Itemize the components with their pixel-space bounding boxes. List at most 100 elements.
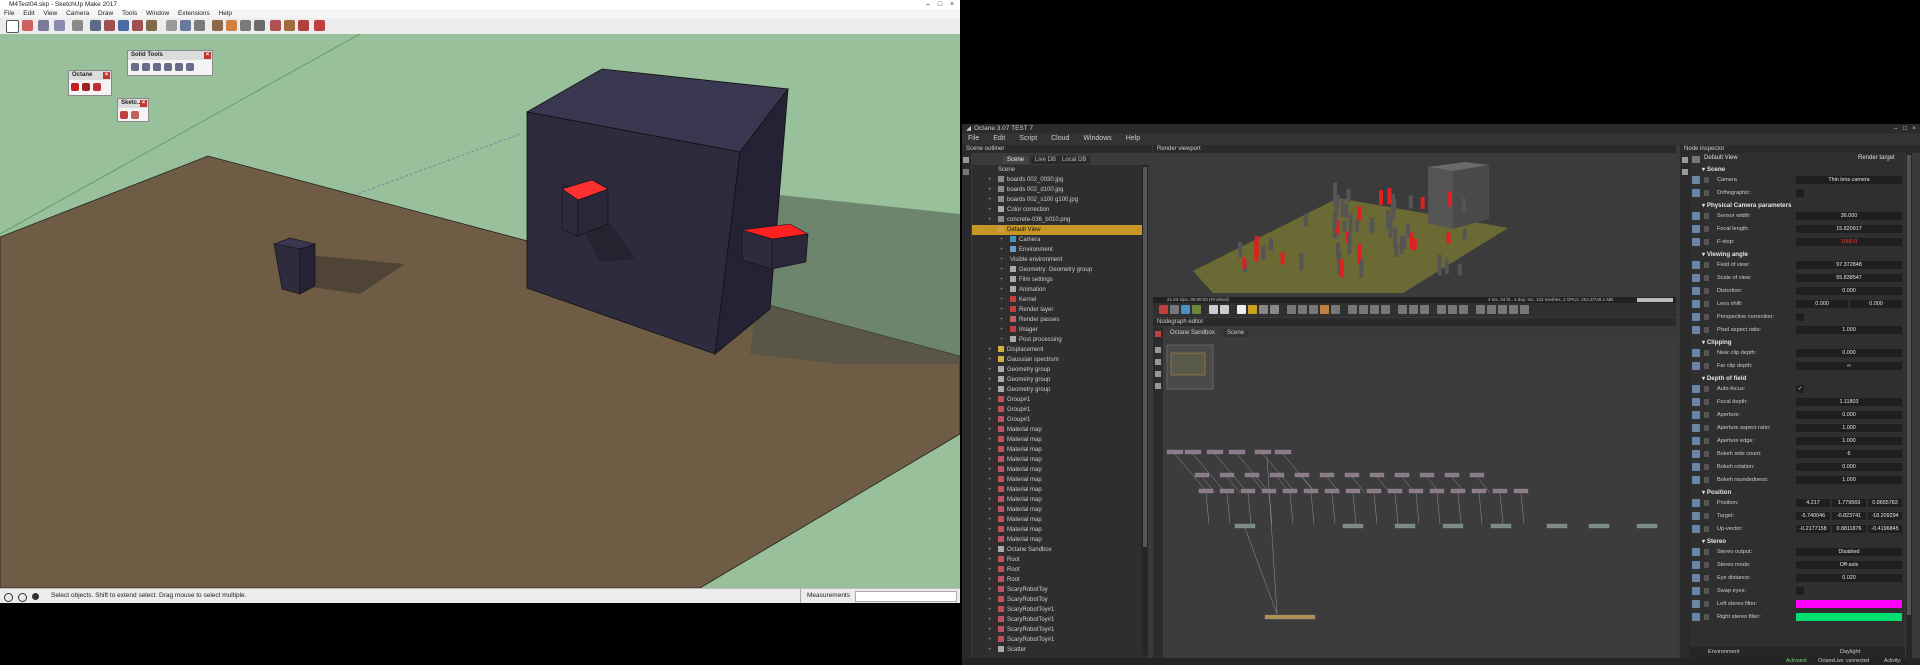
- paint-bucket-icon[interactable]: [194, 20, 205, 31]
- outliner-item[interactable]: + Geometry: Geometry group: [972, 265, 1148, 275]
- param-value-field[interactable]: 0.8811876: [1832, 525, 1866, 533]
- expand-icon[interactable]: +: [988, 495, 992, 505]
- expand-icon[interactable]: +: [988, 395, 992, 405]
- outliner-item[interactable]: + Geometry group: [972, 375, 1148, 385]
- pause-icon[interactable]: [82, 83, 90, 91]
- expand-icon[interactable]: +: [988, 365, 992, 375]
- expand-icon[interactable]: +: [1000, 275, 1004, 285]
- param-checkbox[interactable]: ✓: [1796, 385, 1804, 393]
- rotate-tool-icon[interactable]: [118, 20, 129, 31]
- outer-shell-icon[interactable]: [131, 63, 139, 71]
- focus-icon[interactable]: [1192, 305, 1201, 314]
- collapse-icon[interactable]: [963, 169, 969, 175]
- eraser-tool-icon[interactable]: [22, 20, 33, 31]
- menu-edit[interactable]: Edit: [993, 135, 1005, 142]
- menu-window[interactable]: Window: [146, 10, 169, 17]
- expand-icon[interactable]: +: [1000, 285, 1004, 295]
- outliner-item[interactable]: + Environment: [972, 245, 1148, 255]
- expand-icon[interactable]: +: [988, 525, 992, 535]
- expand-icon[interactable]: [1704, 601, 1709, 607]
- expand-icon[interactable]: [1704, 562, 1709, 568]
- subtract-icon[interactable]: [164, 63, 172, 71]
- param-type-icon[interactable]: [1692, 574, 1700, 582]
- grid-snap-icon[interactable]: [1155, 347, 1161, 353]
- menu-extensions[interactable]: Extensions: [178, 10, 210, 17]
- menu-draw[interactable]: Draw: [98, 10, 113, 17]
- outliner-item[interactable]: + Film settings: [972, 275, 1148, 285]
- param-type-icon[interactable]: [1692, 238, 1700, 246]
- expand-icon[interactable]: +: [1000, 245, 1004, 255]
- expand-icon[interactable]: +: [988, 215, 992, 225]
- realtime-icon[interactable]: [1270, 305, 1279, 314]
- outliner-item[interactable]: + Material map: [972, 515, 1148, 525]
- lock-icon[interactable]: [1259, 305, 1268, 314]
- outliner-item[interactable]: + boards 002_d100.jpg: [972, 185, 1148, 195]
- param-value-field[interactable]: 0.020: [1796, 574, 1902, 582]
- expand-icon[interactable]: [1704, 190, 1709, 196]
- outliner-item[interactable]: + Color correction: [972, 205, 1148, 215]
- expand-icon[interactable]: +: [988, 375, 992, 385]
- outliner-item[interactable]: + Material map: [972, 535, 1148, 545]
- outliner-item[interactable]: + Imager: [972, 325, 1148, 335]
- fit-icon[interactable]: [1155, 359, 1161, 365]
- param-value-field[interactable]: 4.217: [1796, 499, 1830, 507]
- expand-icon[interactable]: +: [988, 175, 992, 185]
- expand-all-icon[interactable]: [1682, 169, 1688, 175]
- select-tool-icon[interactable]: [6, 20, 19, 33]
- color-swatch[interactable]: [1796, 600, 1902, 608]
- outliner-item[interactable]: + Animation: [972, 285, 1148, 295]
- expand-icon[interactable]: +: [988, 545, 992, 555]
- param-value-field[interactable]: Disabled: [1796, 548, 1902, 556]
- clay-mode-icon[interactable]: [1359, 305, 1368, 314]
- sketch-icon[interactable]: [120, 111, 128, 119]
- expand-icon[interactable]: [1704, 464, 1709, 470]
- expand-icon[interactable]: +: [988, 625, 992, 635]
- menu-tools[interactable]: Tools: [122, 10, 137, 17]
- param-checkbox[interactable]: [1796, 587, 1804, 595]
- outliner-item[interactable]: + ScaryRobotToy: [972, 595, 1148, 605]
- expand-icon[interactable]: [1704, 425, 1709, 431]
- param-value-field[interactable]: 1.779569: [1832, 499, 1866, 507]
- gizmo-icon[interactable]: [1398, 305, 1407, 314]
- outliner-item[interactable]: + Material map: [972, 475, 1148, 485]
- maximize-icon[interactable]: □: [934, 0, 946, 9]
- expand-icon[interactable]: [1704, 549, 1709, 555]
- expand-icon[interactable]: +: [988, 345, 992, 355]
- outliner-item[interactable]: + boards 002_0030.jpg: [972, 175, 1148, 185]
- expand-icon[interactable]: +: [988, 355, 992, 365]
- outliner-item[interactable]: + Render passes: [972, 315, 1148, 325]
- expand-icon[interactable]: [1704, 451, 1709, 457]
- tab-octane-sandbox[interactable]: Octane Sandbox: [1166, 329, 1219, 337]
- expand-icon[interactable]: [1704, 288, 1709, 294]
- expand-icon[interactable]: [1704, 513, 1709, 519]
- intersect-icon[interactable]: [142, 63, 150, 71]
- expand-icon[interactable]: [1704, 399, 1709, 405]
- save-image-icon[interactable]: [1437, 305, 1446, 314]
- menu-help[interactable]: Help: [219, 10, 232, 17]
- param-value-field[interactable]: ∞: [1796, 362, 1902, 370]
- shape-tool-icon[interactable]: [72, 20, 83, 31]
- expand-icon[interactable]: [1704, 614, 1709, 620]
- param-value-field[interactable]: 0.000: [1850, 300, 1902, 308]
- minimize-icon[interactable]: –: [922, 0, 934, 9]
- param-type-icon[interactable]: [1692, 600, 1700, 608]
- outliner-item[interactable]: + Group#1: [972, 415, 1148, 425]
- pause-icon[interactable]: [1237, 305, 1246, 314]
- param-type-icon[interactable]: [1692, 587, 1700, 595]
- outliner-item[interactable]: + Material map: [972, 505, 1148, 515]
- clipboard-icon[interactable]: [1448, 305, 1457, 314]
- inspector-section-header[interactable]: ▾ Viewing angle: [1690, 250, 1917, 259]
- expand-icon[interactable]: +: [988, 405, 992, 415]
- expand-icon[interactable]: +: [1000, 315, 1004, 325]
- expand-icon[interactable]: +: [988, 485, 992, 495]
- param-value-field[interactable]: 1.000: [1796, 437, 1902, 445]
- export-icon[interactable]: [1459, 305, 1468, 314]
- outliner-item[interactable]: + Octane Sandbox: [972, 545, 1148, 555]
- tab-live-db[interactable]: Live DB: [1031, 156, 1061, 164]
- rotate-icon[interactable]: [1509, 305, 1518, 314]
- expand-icon[interactable]: +: [988, 515, 992, 525]
- lock-resolution-icon[interactable]: [1476, 305, 1485, 314]
- expand-icon[interactable]: [1704, 226, 1709, 232]
- param-type-icon[interactable]: [1692, 525, 1700, 533]
- push-pull-icon[interactable]: [90, 20, 101, 31]
